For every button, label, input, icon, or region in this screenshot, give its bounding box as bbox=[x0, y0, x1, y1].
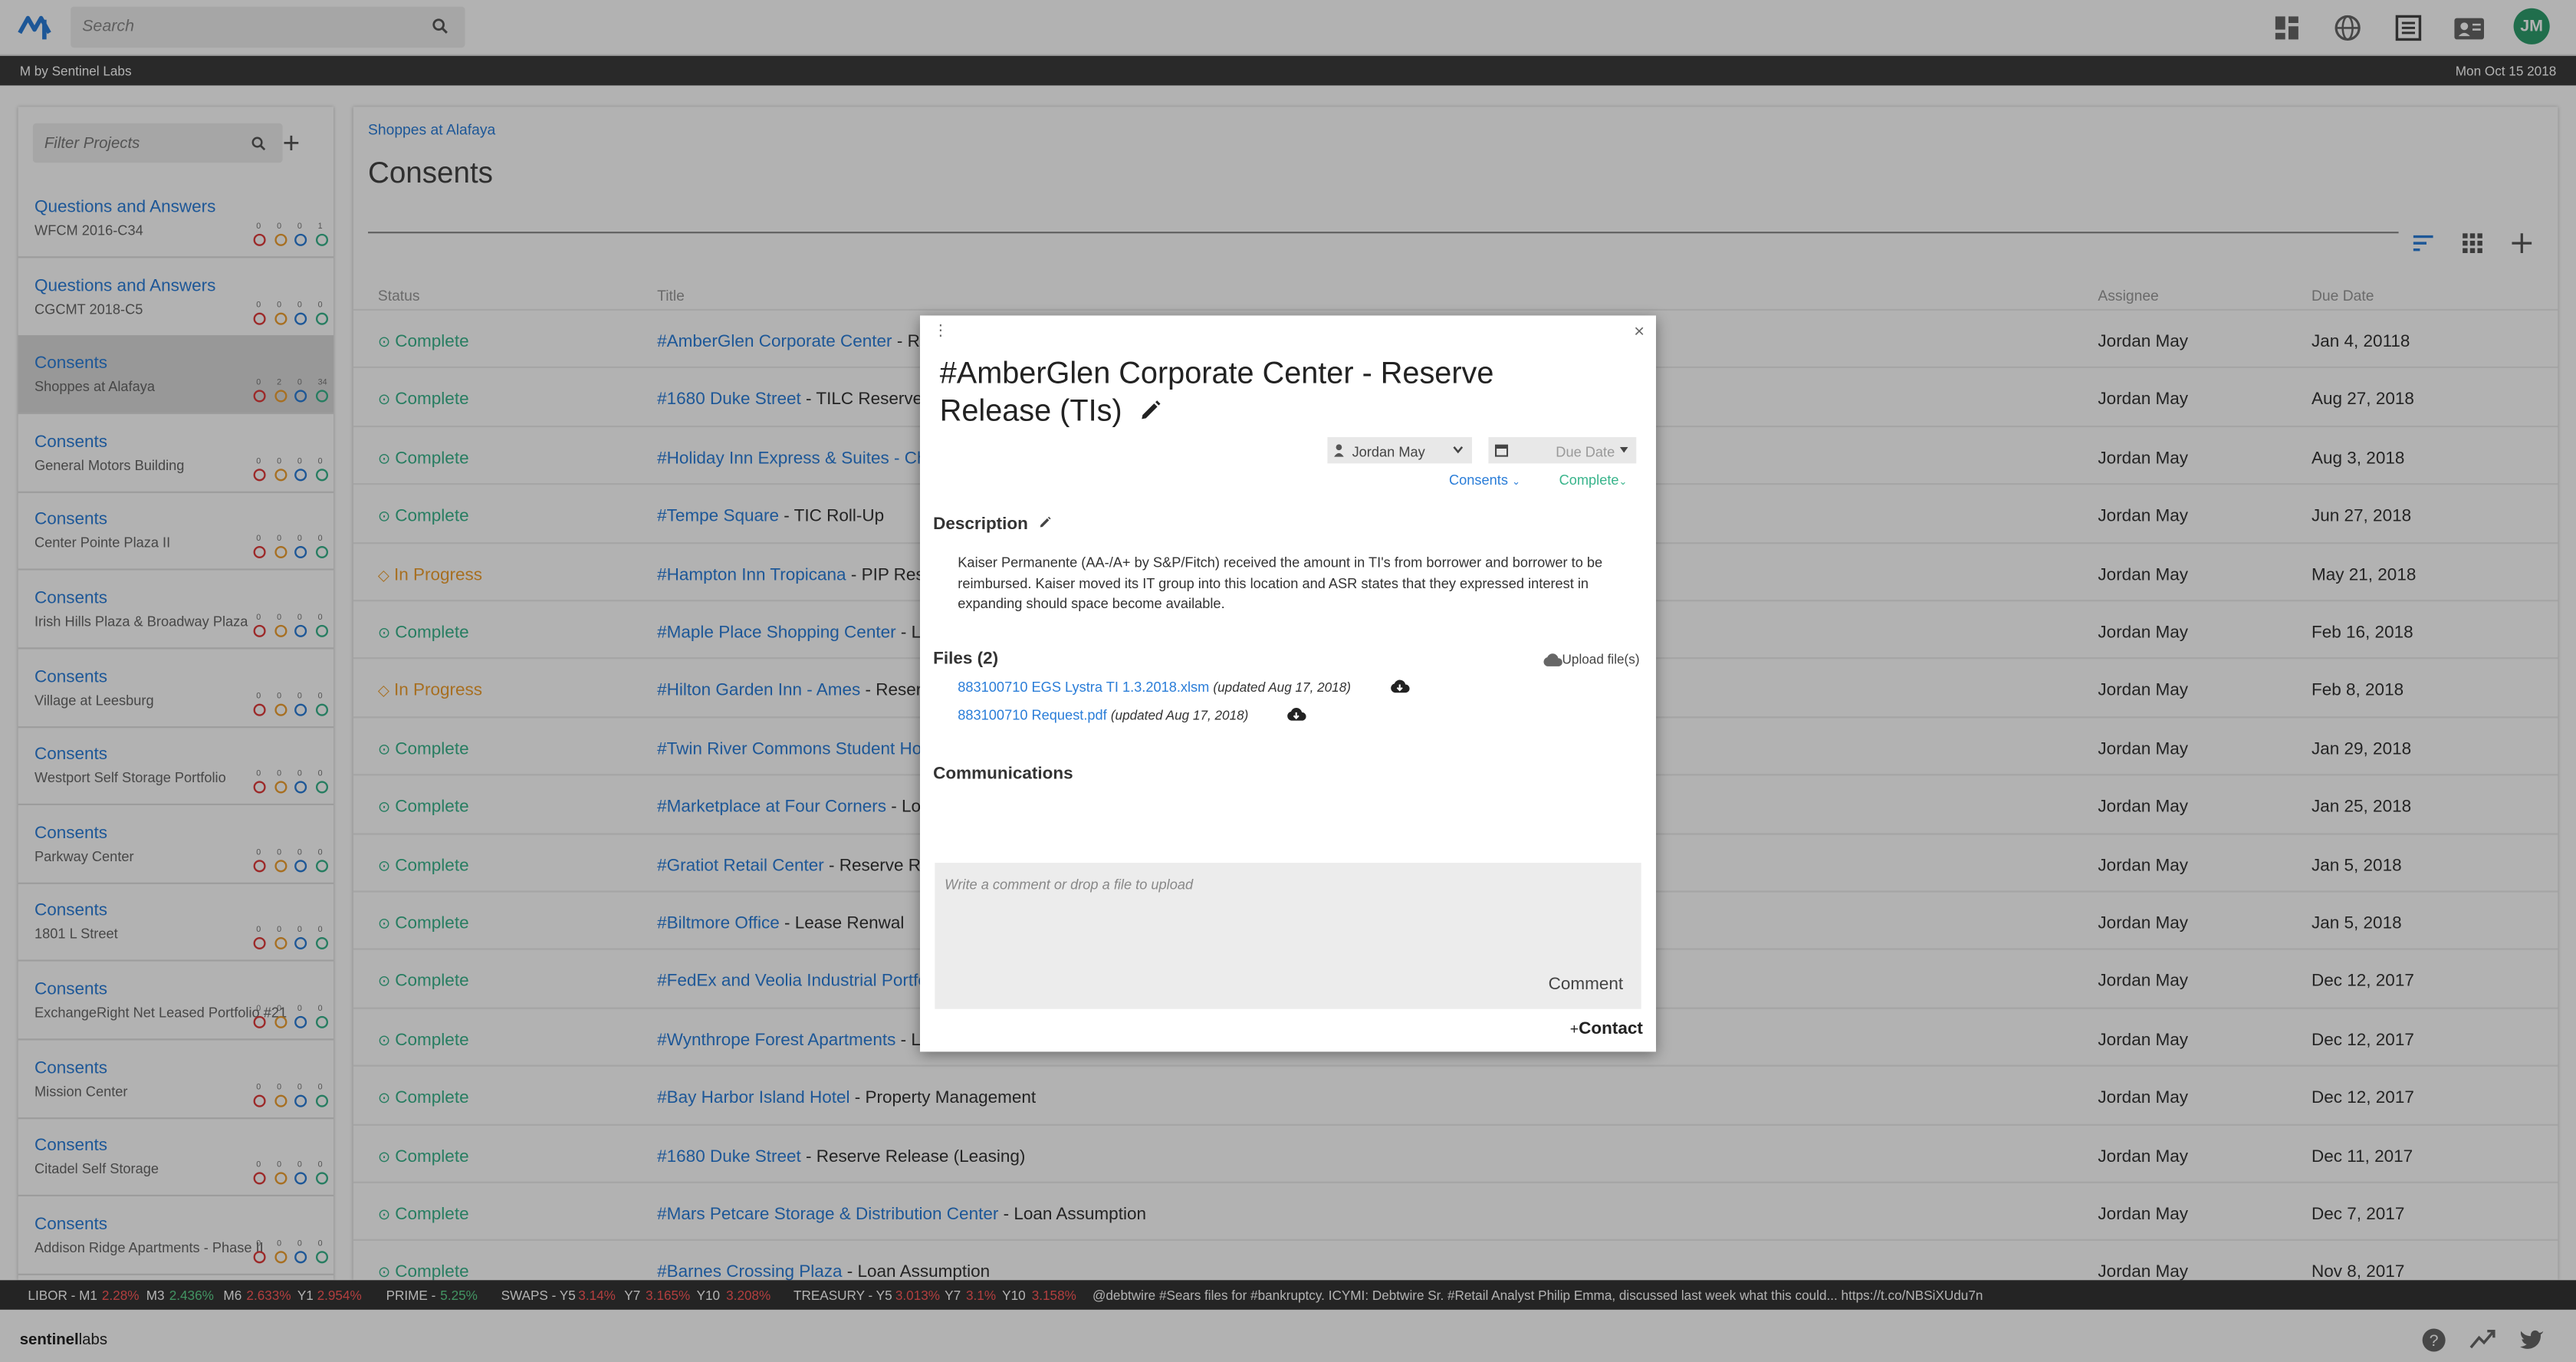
modal-title-text: #AmberGlen Corporate Center - Reserve Re… bbox=[939, 354, 1494, 428]
add-contact-button[interactable]: +Contact bbox=[1570, 1019, 1643, 1039]
file-updated: (updated Aug 17, 2018) bbox=[1110, 708, 1249, 723]
communications-heading: Communications bbox=[933, 764, 1073, 785]
assignee-select[interactable]: Jordan May bbox=[1327, 437, 1472, 464]
comment-placeholder: Write a comment or drop a file to upload bbox=[945, 876, 1194, 893]
comment-button[interactable]: Comment bbox=[1549, 975, 1624, 995]
file-link[interactable]: 883100710 EGS Lystra TI 1.3.2018.xlsm (u… bbox=[958, 679, 1351, 695]
calendar-icon bbox=[1494, 444, 1509, 457]
files-heading: Files (2) bbox=[933, 649, 999, 669]
cloud-download-icon[interactable] bbox=[1286, 706, 1306, 721]
upload-files-label: Upload file(s) bbox=[1562, 652, 1640, 667]
status-dropdown[interactable]: Complete⌄ bbox=[1559, 472, 1628, 488]
chevron-down-icon: ⌄ bbox=[1512, 478, 1520, 489]
comment-input[interactable]: Write a comment or drop a file to upload… bbox=[935, 863, 1641, 1009]
edit-icon[interactable] bbox=[1038, 516, 1051, 529]
file-name: 883100710 Request.pdf bbox=[958, 706, 1107, 723]
assignee-value: Jordan May bbox=[1352, 443, 1425, 460]
close-button[interactable]: × bbox=[1634, 322, 1644, 342]
more-options-icon[interactable]: ⋮ bbox=[933, 322, 948, 340]
plus-icon: + bbox=[1569, 1020, 1579, 1038]
due-date-placeholder: Due Date bbox=[1556, 443, 1615, 460]
consent-detail-modal: ⋮ × #AmberGlen Corporate Center - Reserv… bbox=[920, 315, 1656, 1052]
modal-title: #AmberGlen Corporate Center - Reserve Re… bbox=[940, 354, 1597, 429]
contact-label: Contact bbox=[1579, 1018, 1643, 1039]
description-heading: Description bbox=[933, 514, 1051, 535]
file-updated: (updated Aug 17, 2018) bbox=[1213, 680, 1351, 696]
file-name: 883100710 EGS Lystra TI 1.3.2018.xlsm bbox=[958, 679, 1210, 696]
chevron-down-icon: ⌄ bbox=[1618, 478, 1628, 489]
description-heading-text: Description bbox=[933, 514, 1028, 535]
edit-icon[interactable] bbox=[1138, 400, 1162, 423]
cloud-download-icon[interactable] bbox=[1390, 679, 1410, 693]
type-dropdown[interactable]: Consents ⌄ bbox=[1449, 472, 1520, 488]
cloud-upload-icon bbox=[1543, 653, 1562, 666]
chevron-down-icon bbox=[1453, 446, 1464, 454]
due-date-picker[interactable]: Due Date bbox=[1488, 437, 1637, 464]
file-link[interactable]: 883100710 Request.pdf (updated Aug 17, 2… bbox=[958, 706, 1248, 722]
status-value: Complete bbox=[1559, 472, 1619, 489]
caret-down-icon bbox=[1619, 446, 1628, 453]
assign-person-icon bbox=[1334, 444, 1344, 457]
description-text: Kaiser Permanente (AA-/A+ by S&P/Fitch) … bbox=[958, 554, 1603, 612]
upload-files-button[interactable]: Upload file(s) bbox=[1543, 653, 1640, 667]
type-value: Consents bbox=[1449, 472, 1508, 489]
